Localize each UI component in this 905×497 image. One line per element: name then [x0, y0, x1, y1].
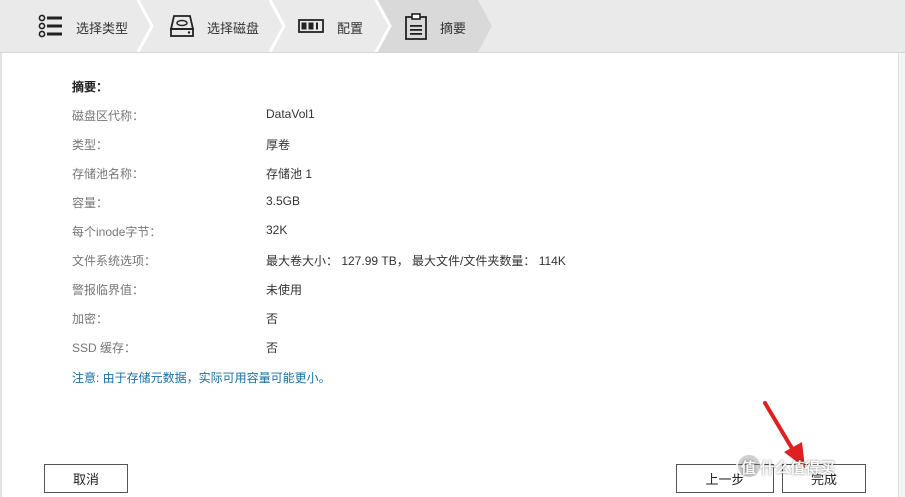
- summary-key: 警报临界值：: [72, 283, 145, 297]
- watermark-text: 值 什么值得买: [741, 460, 836, 477]
- list-icon: [38, 13, 64, 42]
- clipboard-icon: [404, 13, 428, 44]
- scrollbar-track[interactable]: [898, 53, 905, 497]
- step-select-disk[interactable]: 选择磁盘: [152, 0, 272, 52]
- panel-edge-left: [0, 53, 2, 497]
- step-label: 配置: [337, 21, 364, 36]
- step-label: 选择磁盘: [207, 21, 260, 36]
- summary-value: 厚卷: [266, 138, 291, 152]
- summary-key: 类型：: [72, 138, 109, 152]
- step-label: 选择类型: [76, 21, 129, 36]
- capacity-note: 注意: 由于存储元数据，实际可用容量可能更小。: [72, 371, 331, 385]
- config-icon: [298, 13, 324, 42]
- summary-key: 文件系统选项：: [72, 254, 157, 268]
- summary-key: 每个inode字节：: [72, 225, 162, 239]
- step-label: 摘要: [440, 21, 467, 36]
- step-summary[interactable]: 摘要: [390, 0, 490, 52]
- summary-value: 存储池 1: [266, 167, 313, 181]
- summary-value: 未使用: [266, 283, 303, 297]
- summary-key: 磁盘区代称：: [72, 109, 145, 123]
- summary-key: 存储池名称：: [72, 167, 145, 181]
- summary-value: 最大卷大小： 127.99 TB， 最大文件/文件夹数量： 114K: [266, 254, 566, 268]
- summary-key: 加密：: [72, 312, 109, 326]
- disk-icon: [169, 13, 195, 42]
- summary-key: SSD 缓存：: [72, 341, 137, 355]
- cancel-button[interactable]: 取消: [44, 464, 128, 493]
- summary-title: 摘要：: [72, 80, 109, 94]
- summary-value: 32K: [266, 223, 288, 237]
- summary-key: 容量：: [72, 196, 109, 210]
- summary-value: 否: [266, 341, 279, 355]
- step-select-type[interactable]: 选择类型: [0, 0, 140, 52]
- summary-value: 3.5GB: [266, 194, 301, 208]
- summary-value: DataVol1: [266, 107, 315, 121]
- summary-value: 否: [266, 312, 279, 326]
- step-configure[interactable]: 配置: [284, 0, 379, 52]
- wizard-step-bar: 选择类型 选择磁盘 配置 摘要: [0, 0, 905, 52]
